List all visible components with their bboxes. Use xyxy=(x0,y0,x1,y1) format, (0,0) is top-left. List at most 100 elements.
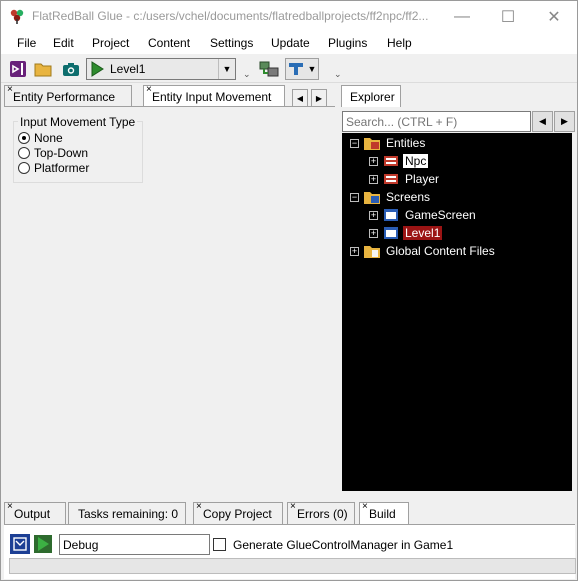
expander-icon[interactable]: − xyxy=(350,139,359,148)
groupbox-title: Input Movement Type xyxy=(18,115,138,129)
tree-label: GameScreen xyxy=(405,208,476,222)
tab-entity-input-movement[interactable]: × Entity Input Movement xyxy=(143,84,285,107)
generate-gluecontrolmanager-checkbox[interactable] xyxy=(213,538,226,551)
play-icon xyxy=(91,61,104,77)
menu-plugins[interactable]: Plugins xyxy=(328,36,367,50)
back-button[interactable]: ◀ xyxy=(532,111,553,132)
menu-update[interactable]: Update xyxy=(271,36,310,50)
radio-label: Top-Down xyxy=(34,146,89,160)
tree-label: Npc xyxy=(403,154,429,168)
screenshot-button[interactable] xyxy=(60,58,82,80)
build-icon xyxy=(13,537,27,551)
menu-content[interactable]: Content xyxy=(148,36,190,50)
close-tab-icon[interactable]: × xyxy=(146,84,152,95)
toolbar-overflow-icon[interactable]: ⌄ xyxy=(334,69,342,80)
tree-node-entities[interactable]: − Entities xyxy=(342,135,562,152)
menu-settings[interactable]: Settings xyxy=(210,36,253,50)
expander-icon[interactable]: + xyxy=(369,211,378,220)
tab-label: Output xyxy=(14,507,51,521)
toolbar: Level1 ▼ ⌄ ▼ ⌄ xyxy=(1,55,577,83)
menu-help[interactable]: Help xyxy=(387,36,412,50)
tab-label: Entity Performance xyxy=(13,90,116,104)
radio-button[interactable] xyxy=(18,147,30,159)
close-button[interactable]: ✕ xyxy=(531,1,577,32)
close-tab-icon[interactable]: × xyxy=(7,84,13,95)
tree-label: Player xyxy=(405,172,440,186)
tree-label: Global Content Files xyxy=(386,244,495,258)
tree-node-npc[interactable]: + Npc xyxy=(342,153,562,170)
tab-label: Build xyxy=(369,507,396,521)
build-progress-bar xyxy=(9,558,576,574)
build-button[interactable] xyxy=(10,534,30,554)
tree-label: Entities xyxy=(386,136,426,150)
startup-screen-combo[interactable]: Level1 ▼ xyxy=(86,58,236,80)
radio-platformer[interactable]: Platformer xyxy=(18,161,138,176)
menu-file[interactable]: File xyxy=(17,36,36,50)
build-configuration-field[interactable] xyxy=(59,534,210,555)
folder-icon xyxy=(34,63,52,77)
tree-node-player[interactable]: + Player xyxy=(342,171,562,188)
close-tab-icon[interactable]: × xyxy=(196,501,202,512)
tree-node-global-content[interactable]: + Global Content Files xyxy=(342,243,562,260)
search-input[interactable] xyxy=(342,111,531,132)
glue-window: FlatRedBall Glue - c:/users/vchel/docume… xyxy=(0,0,578,581)
tree-node-screens[interactable]: − Screens xyxy=(342,189,562,206)
tab-entity-performance[interactable]: × Entity Performance xyxy=(4,84,132,107)
radio-none[interactable]: None xyxy=(18,131,138,146)
expander-icon[interactable]: + xyxy=(369,157,378,166)
run-button[interactable] xyxy=(33,534,53,554)
screen-icon xyxy=(384,209,398,221)
maximize-button[interactable]: ☐ xyxy=(485,1,531,32)
menu-bar: File Edit Project Content Settings Updat… xyxy=(1,32,577,54)
radio-label: None xyxy=(34,131,63,145)
expander-icon[interactable]: + xyxy=(369,229,378,238)
tree-label: Screens xyxy=(386,190,431,204)
open-folder-button[interactable] xyxy=(32,58,54,80)
entity-icon xyxy=(384,174,398,184)
connect-game-button[interactable] xyxy=(258,58,280,80)
tab-errors[interactable]: × Errors (0) xyxy=(287,501,355,524)
expander-icon[interactable]: + xyxy=(369,175,378,184)
expander-icon[interactable]: + xyxy=(350,247,359,256)
radio-button[interactable] xyxy=(18,132,30,144)
global-content-folder-icon xyxy=(364,246,380,258)
tab-output[interactable]: × Output xyxy=(4,501,66,524)
startup-screen-value: Level1 xyxy=(110,62,146,76)
radio-button[interactable] xyxy=(18,162,30,174)
camera-icon xyxy=(63,63,79,76)
chevron-down-icon[interactable]: ▼ xyxy=(218,59,235,79)
minimize-button[interactable]: — xyxy=(439,1,485,32)
tab-explorer[interactable]: Explorer xyxy=(341,85,401,107)
tab-copy-project[interactable]: × Copy Project xyxy=(193,501,283,524)
radio-label: Platformer xyxy=(34,161,90,175)
expander-icon[interactable]: − xyxy=(350,193,359,202)
visual-studio-icon xyxy=(10,61,26,77)
screen-icon xyxy=(384,227,398,239)
menu-edit[interactable]: Edit xyxy=(53,36,74,50)
toolbar-overflow-icon[interactable]: ⌄ xyxy=(243,69,251,80)
tab-scroll-right-button[interactable]: ▶ xyxy=(311,89,327,107)
menu-project[interactable]: Project xyxy=(92,36,129,50)
tree-node-level1[interactable]: + Level1 xyxy=(342,225,562,242)
tools-dropdown-button[interactable]: ▼ xyxy=(285,58,319,80)
close-tab-icon[interactable]: × xyxy=(290,501,296,512)
tab-scroll-left-button[interactable]: ◀ xyxy=(292,89,308,107)
build-panel: Generate GlueControlManager in Game1 xyxy=(4,524,576,579)
close-tab-icon[interactable]: × xyxy=(7,501,13,512)
tree-node-gamescreen[interactable]: + GameScreen xyxy=(342,207,562,224)
explorer-tree: − Entities + Npc + Player − Screens + Ga… xyxy=(342,133,572,491)
input-movement-groupbox: Input Movement Type None Top-Down Platfo… xyxy=(13,115,143,183)
screen-folder-icon xyxy=(364,192,380,204)
tool-t-icon xyxy=(288,63,303,75)
tab-tasks[interactable]: Tasks remaining: 0 xyxy=(68,502,186,524)
tab-label: Errors (0) xyxy=(297,507,348,521)
play-icon xyxy=(34,535,52,553)
tab-build[interactable]: × Build xyxy=(359,501,409,524)
forward-button[interactable]: ▶ xyxy=(554,111,575,132)
close-tab-icon[interactable]: × xyxy=(362,501,368,512)
open-visual-studio-button[interactable] xyxy=(7,58,29,80)
chevron-down-icon: ▼ xyxy=(307,64,317,74)
radio-top-down[interactable]: Top-Down xyxy=(18,146,138,161)
tab-label: Explorer xyxy=(350,90,395,104)
title-bar[interactable]: FlatRedBall Glue - c:/users/vchel/docume… xyxy=(1,1,577,32)
